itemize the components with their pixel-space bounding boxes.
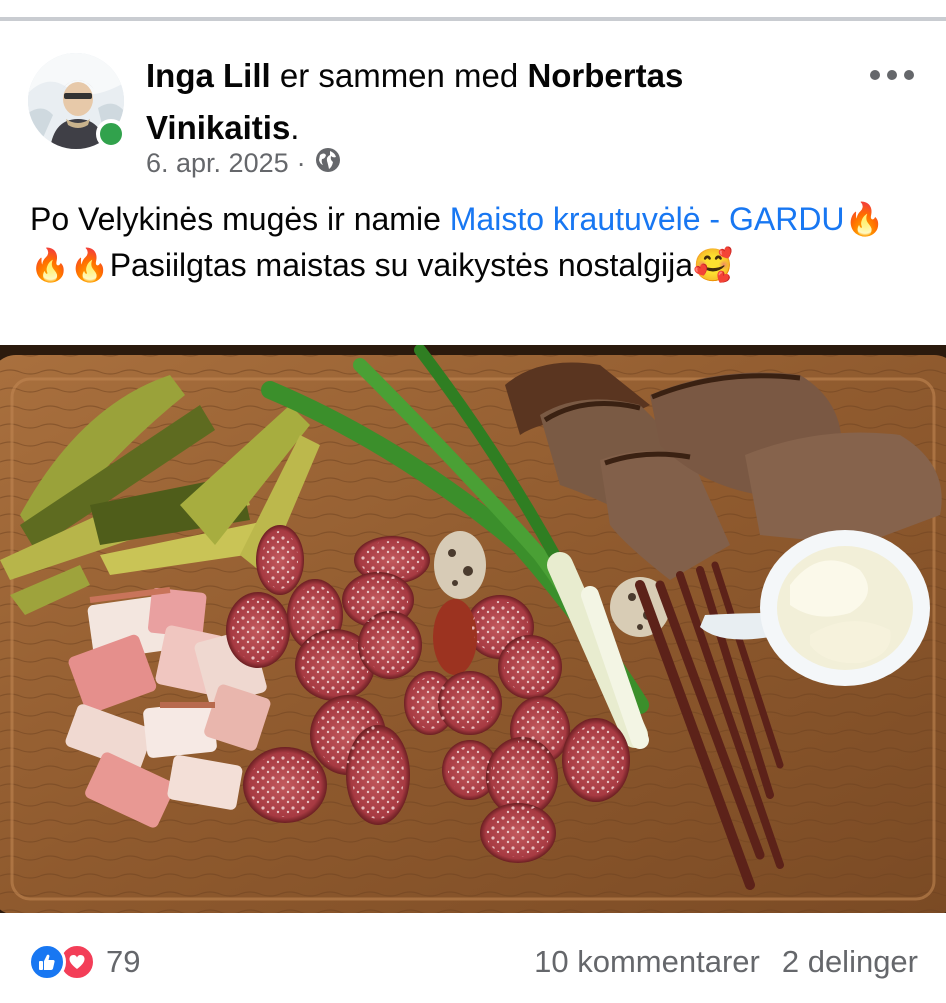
post-text-intro: Po Velykinės mugės ir namie	[30, 201, 450, 237]
post-date[interactable]: 6. apr. 2025	[146, 148, 289, 179]
name-period: .	[290, 109, 300, 146]
post-stats: 10 kommentarer 2 delinger	[534, 944, 918, 980]
post-header: Inga Lill er sammen med Norbertas Vinika…	[28, 50, 918, 180]
post-footer: 79 10 kommentarer 2 delinger	[28, 934, 918, 990]
top-divider	[0, 17, 946, 21]
meta-separator: ·	[296, 147, 306, 178]
love-face-emoji: 🥰	[693, 247, 733, 283]
with-text: er sammen med	[279, 57, 519, 94]
fire-emoji: 🔥	[30, 247, 70, 283]
more-dot	[887, 70, 897, 80]
more-dot	[870, 70, 880, 80]
post-photo[interactable]	[0, 345, 946, 913]
post-attribution: Inga Lill er sammen med Norbertas Vinika…	[146, 50, 796, 154]
comments-count-link[interactable]: 10 kommentarer	[534, 944, 760, 980]
more-dot	[904, 70, 914, 80]
reaction-count: 79	[106, 944, 141, 979]
post-meta: 6. apr. 2025 ·	[146, 143, 342, 183]
reaction-icons	[28, 943, 96, 981]
more-options-button[interactable]	[870, 62, 914, 88]
author-name[interactable]: Inga Lill	[146, 57, 271, 94]
page-link[interactable]: Maisto krautuvėlė - GARDU	[450, 201, 845, 237]
post-body: Po Velykinės mugės ir namie Maisto kraut…	[30, 196, 910, 288]
like-icon	[28, 943, 66, 981]
fire-emoji: 🔥	[69, 247, 110, 283]
globe-icon[interactable]	[314, 146, 342, 181]
shares-count-link[interactable]: 2 delinger	[782, 944, 918, 980]
post-text-outro: Pasiilgtas maistas su vaikystės nostalgi…	[109, 247, 694, 283]
food-board-image	[0, 345, 946, 913]
reactions-summary[interactable]: 79	[28, 943, 140, 981]
online-status-dot	[96, 119, 126, 149]
fire-emoji: 🔥	[844, 201, 885, 237]
